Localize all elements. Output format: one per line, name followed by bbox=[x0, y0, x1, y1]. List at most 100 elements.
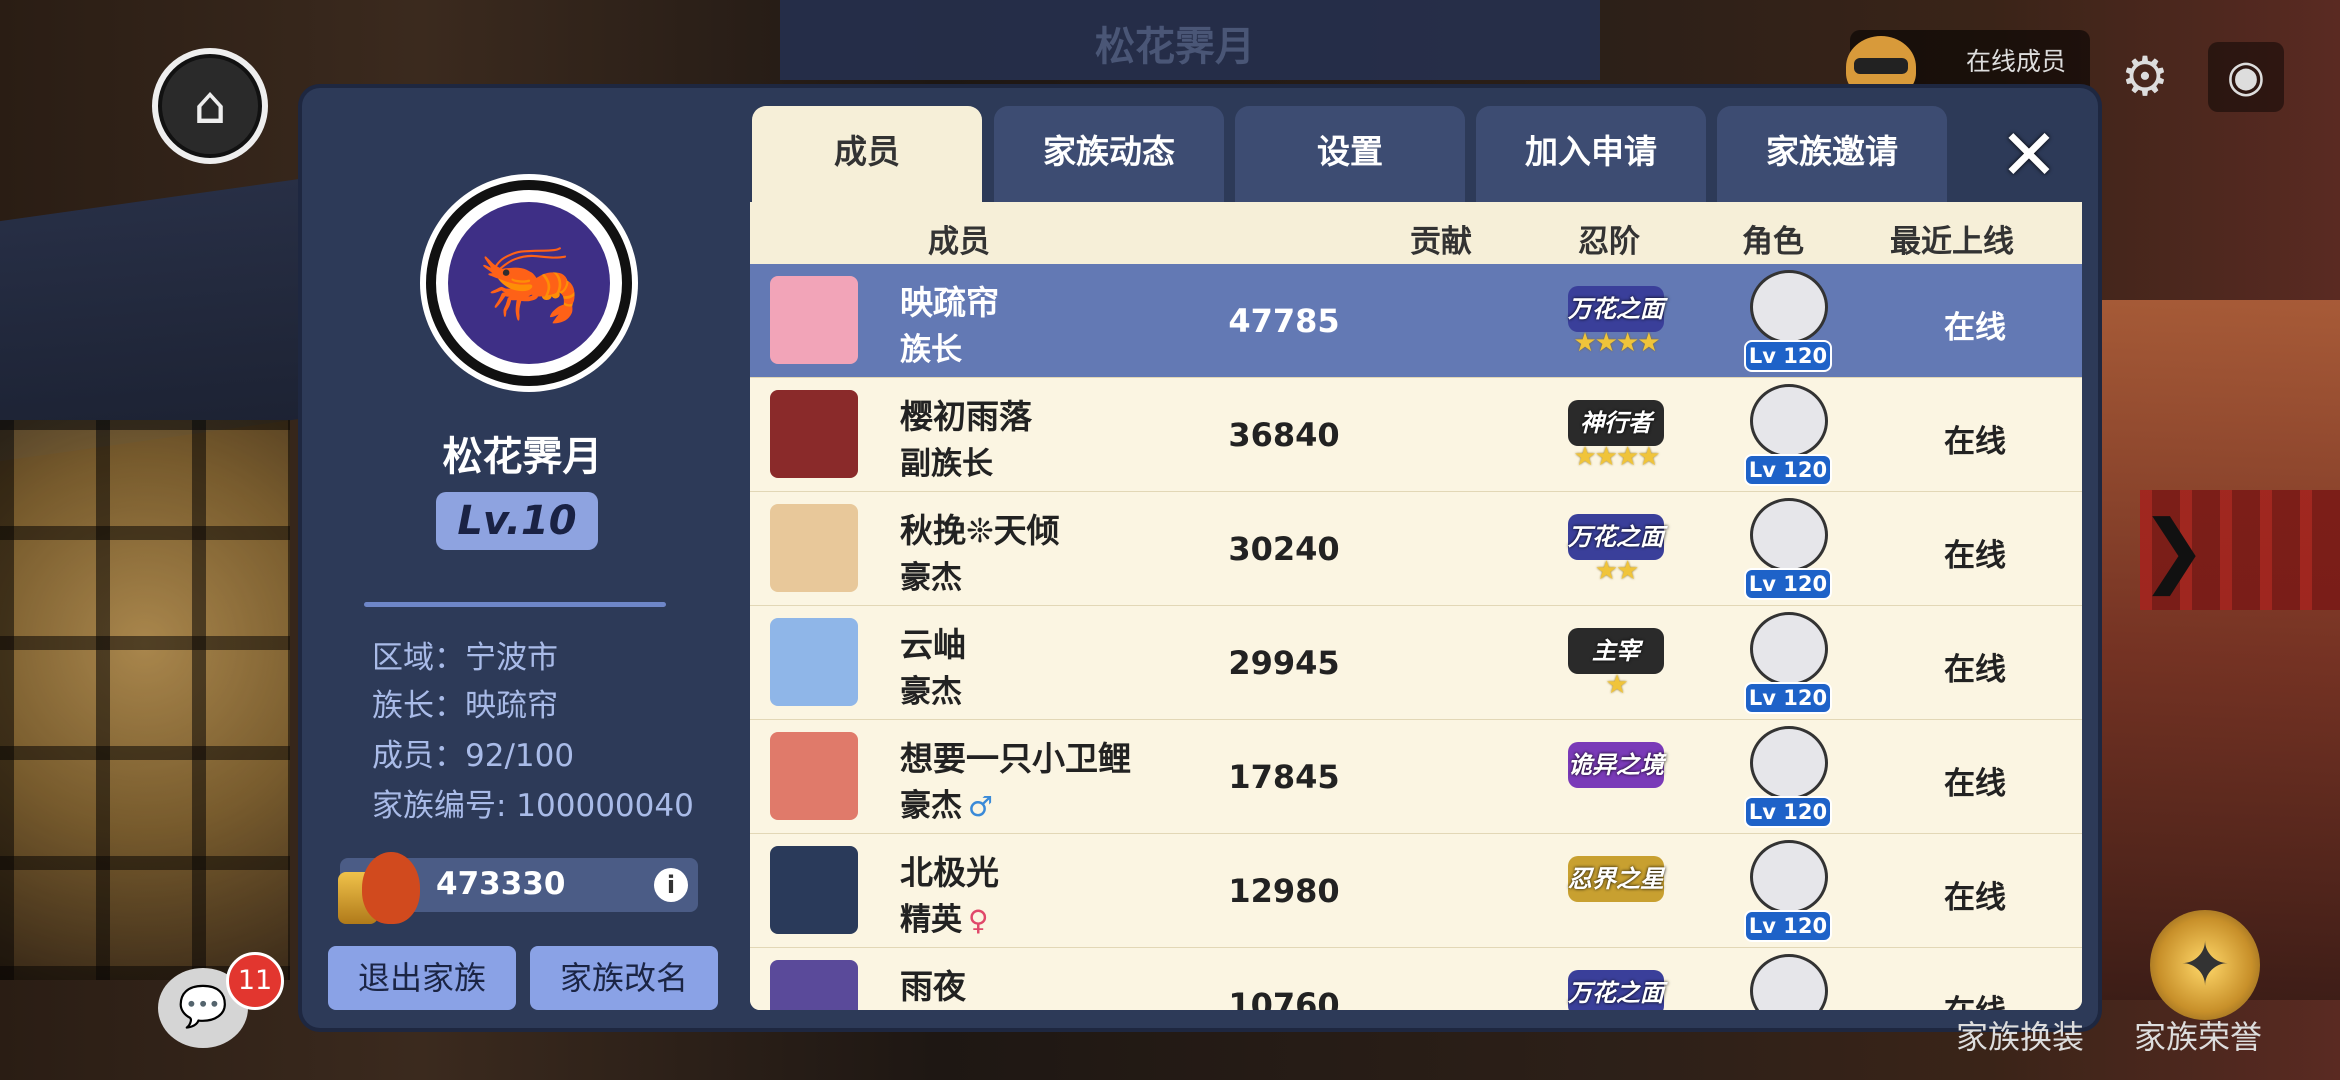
character-portrait[interactable]: Lv 120 bbox=[1740, 610, 1832, 714]
star-icon: ★★ bbox=[1594, 556, 1640, 586]
rename-family-button[interactable]: 家族改名 bbox=[530, 946, 718, 1010]
header-member: 成员 bbox=[928, 224, 990, 260]
header-contribution: 贡献 bbox=[1410, 224, 1472, 260]
character-level: Lv 120 bbox=[1744, 454, 1832, 486]
eye-icon[interactable]: ◉ bbox=[2208, 42, 2284, 112]
family-name: 松花霁月 bbox=[442, 434, 603, 480]
member-avatar[interactable] bbox=[770, 960, 858, 1010]
character-face bbox=[1750, 840, 1828, 914]
member-avatar[interactable] bbox=[770, 504, 858, 592]
member-avatar[interactable] bbox=[770, 846, 858, 934]
ninja-rank-title: 主宰 bbox=[1568, 628, 1664, 674]
character-portrait[interactable]: Lv 120 bbox=[1740, 838, 1832, 942]
home-button[interactable]: ⌂ bbox=[152, 48, 268, 164]
member-avatar[interactable] bbox=[770, 618, 858, 706]
ninja-rank-badge: 主宰 ★ bbox=[1548, 622, 1684, 702]
character-face bbox=[1750, 612, 1828, 686]
background-sunset bbox=[2100, 300, 2340, 1000]
ninja-rank-title: 忍界之星 bbox=[1568, 856, 1664, 902]
character-level: Lv 120 bbox=[1744, 796, 1832, 828]
ninja-rank-badge: 万花之面 ★★ bbox=[1548, 508, 1684, 588]
table-row[interactable]: 云岫豪杰 29945 主宰 ★ Lv 120 在线 bbox=[750, 606, 2082, 722]
member-contribution: 29945 bbox=[1228, 644, 1340, 682]
character-level: Lv 120 bbox=[1744, 568, 1832, 600]
member-rank: 豪杰 bbox=[900, 674, 962, 710]
shrimp-icon: 🦐 bbox=[448, 202, 610, 364]
background-title: 松花霁月 bbox=[1095, 24, 1255, 70]
member-name: 云岫 bbox=[900, 625, 966, 664]
coin-bag-icon bbox=[338, 852, 422, 926]
member-status: 在线 bbox=[1880, 986, 2070, 1010]
close-icon[interactable]: ✕ bbox=[1994, 120, 2064, 190]
ninja-rank-badge: 神行者 ★★★★ bbox=[1548, 394, 1684, 474]
chat-icon: 💬 bbox=[178, 984, 228, 1030]
female-icon: ♀ bbox=[968, 904, 989, 937]
info-leader: 族长：映疏帘 bbox=[372, 688, 558, 724]
header-ninja-rank: 忍阶 bbox=[1578, 224, 1640, 260]
family-honor-button[interactable]: 家族荣誉 bbox=[2134, 1012, 2262, 1058]
ninja-rank-badge: 忍界之星 bbox=[1548, 850, 1684, 930]
tab-settings[interactable]: 设置 bbox=[1235, 106, 1465, 204]
divider bbox=[364, 602, 666, 607]
tab-family-news[interactable]: 家族动态 bbox=[994, 106, 1224, 204]
info-region: 区域：宁波市 bbox=[372, 640, 558, 676]
family-level-badge: Lv.10 bbox=[436, 492, 598, 550]
ninja-rank-title: 神行者 bbox=[1568, 400, 1664, 446]
background-window bbox=[0, 420, 290, 980]
member-name: 北极光 bbox=[900, 853, 999, 892]
home-icon: ⌂ bbox=[193, 76, 227, 136]
member-contribution: 12980 bbox=[1228, 872, 1340, 910]
online-members-label: 在线成员 bbox=[1966, 47, 2067, 76]
star-icon: ★ bbox=[1605, 670, 1628, 700]
chat-unread-badge: 11 bbox=[226, 952, 284, 1010]
member-contribution: 17845 bbox=[1228, 758, 1340, 796]
header-last-online: 最近上线 bbox=[1890, 224, 2014, 260]
character-portrait[interactable]: Lv 120 bbox=[1740, 496, 1832, 600]
male-icon: ♂ bbox=[968, 790, 994, 823]
member-contribution: 30240 bbox=[1228, 530, 1340, 568]
quit-family-button[interactable]: 退出家族 bbox=[328, 946, 516, 1010]
table-row[interactable]: 雨夜精英♂ 10760 万花之面 Lv 120 在线 bbox=[750, 948, 2082, 1010]
trophy-icon[interactable]: ✦ bbox=[2150, 910, 2260, 1020]
ninja-rank-badge: 诡异之境 bbox=[1548, 736, 1684, 816]
ninja-rank-title: 万花之面 bbox=[1568, 514, 1664, 560]
member-status: 在线 bbox=[1944, 538, 2006, 574]
member-rank: 豪杰 bbox=[900, 560, 962, 596]
character-level: Lv 120 bbox=[1744, 910, 1832, 942]
member-name: 秋挽❊天倾 bbox=[900, 511, 1060, 550]
chevron-right-icon[interactable]: ❯ bbox=[2140, 510, 2207, 590]
member-avatar[interactable] bbox=[770, 390, 858, 478]
tab-members[interactable]: 成员 bbox=[752, 106, 982, 204]
table-row[interactable]: 北极光精英 ♀ 12980 忍界之星 Lv 120 在线 bbox=[750, 834, 2082, 950]
member-rank: 精英 ♀ bbox=[900, 902, 989, 938]
family-funds-value: 473330 bbox=[436, 866, 566, 902]
member-name: 想要一只小卫鲤 bbox=[900, 739, 1131, 778]
table-row[interactable]: 想要一只小卫鲤 豪杰 ♂ 17845 诡异之境 Lv 120 在线 bbox=[750, 720, 2082, 836]
info-members: 成员：92/100 bbox=[372, 738, 575, 774]
ninja-rank-badge: 万花之面 bbox=[1548, 964, 1684, 1010]
tab-join-requests[interactable]: 加入申请 bbox=[1476, 106, 1706, 204]
info-icon[interactable]: i bbox=[654, 868, 688, 902]
member-avatar[interactable] bbox=[770, 276, 858, 364]
character-portrait[interactable]: Lv 120 bbox=[1740, 268, 1832, 372]
member-status: 在线 bbox=[1944, 766, 2006, 802]
member-status: 在线 bbox=[1944, 652, 2006, 688]
member-contribution: 10760 bbox=[1228, 986, 1340, 1010]
table-row[interactable]: 秋挽❊天倾豪杰 30240 万花之面 ★★ Lv 120 在线 bbox=[750, 492, 2082, 608]
character-portrait[interactable]: Lv 120 bbox=[1740, 724, 1832, 828]
member-status: 在线 bbox=[1944, 880, 2006, 916]
member-rank: 族长 bbox=[900, 332, 962, 368]
member-table[interactable]: 成员 贡献 忍阶 角色 最近上线 映疏帘 族长 47785 万花之面 ★★★★ Lv 12… bbox=[750, 202, 2082, 1010]
member-avatar[interactable] bbox=[770, 732, 858, 820]
table-row[interactable]: 映疏帘 族长 47785 万花之面 ★★★★ Lv 120 在线 bbox=[750, 264, 2082, 380]
character-portrait[interactable]: Lv 120 bbox=[1740, 382, 1832, 486]
gear-icon[interactable]: ⚙ bbox=[2114, 46, 2176, 108]
tab-family-invite[interactable]: 家族邀请 bbox=[1717, 106, 1947, 204]
table-row[interactable]: 樱初雨落 副族长 36840 神行者 ★★★★ Lv 120 在线 bbox=[750, 378, 2082, 494]
character-face bbox=[1750, 498, 1828, 572]
ninja-rank-title: 万花之面 bbox=[1568, 286, 1664, 332]
character-level: Lv 120 bbox=[1744, 682, 1832, 714]
family-dress-button[interactable]: 家族换装 bbox=[1956, 1012, 2084, 1058]
character-portrait[interactable]: Lv 120 bbox=[1740, 952, 1832, 1010]
ninja-rank-title: 诡异之境 bbox=[1568, 742, 1664, 788]
